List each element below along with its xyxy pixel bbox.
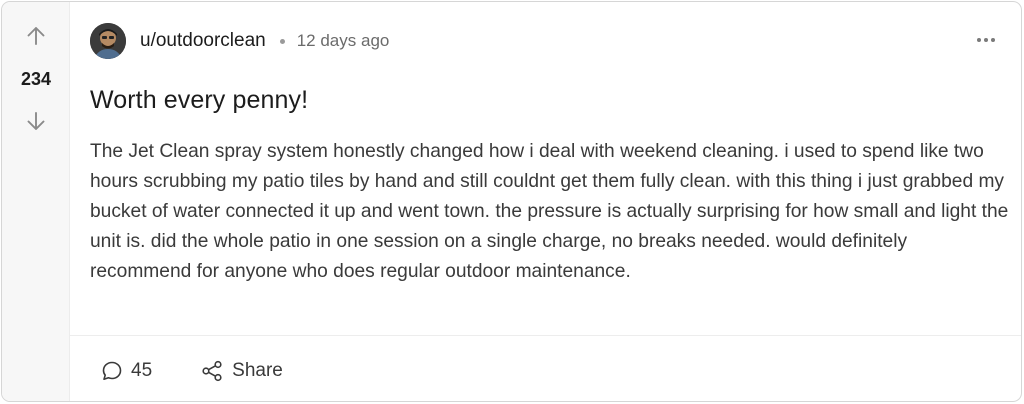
arrow-down-icon: [27, 112, 45, 130]
author-username[interactable]: u/outdoorclean: [140, 30, 266, 52]
separator-dot: [279, 38, 285, 44]
share-button[interactable]: Share: [200, 359, 283, 383]
post-body: The Jet Clean spray system honestly chan…: [90, 141, 1009, 283]
comments-button[interactable]: 45: [100, 359, 152, 383]
upvote-button[interactable]: [23, 23, 49, 49]
post-card: 234 u/outdoorclean 12 days ago Worth eve…: [1, 1, 1022, 402]
more-dot-icon: [984, 38, 988, 42]
post-content: u/outdoorclean 12 days ago Worth every p…: [70, 2, 1021, 401]
post-footer: 45 Share: [100, 355, 283, 387]
share-icon: [202, 360, 222, 382]
vote-count: 234: [20, 69, 52, 89]
user-avatar-icon: [90, 23, 126, 59]
comment-count: 45: [131, 360, 153, 381]
more-dot-icon: [991, 38, 995, 42]
more-dot-icon: [977, 38, 981, 42]
downvote-button[interactable]: [23, 108, 49, 134]
more-options-button[interactable]: [973, 32, 999, 48]
comment-bubble-icon: [102, 361, 122, 380]
post-title: Worth every penny!: [90, 86, 309, 114]
vote-rail: 234: [2, 2, 70, 401]
arrow-up-icon: [27, 27, 45, 45]
avatar[interactable]: [90, 23, 126, 59]
share-label: Share: [232, 360, 283, 381]
footer-divider: [70, 335, 1021, 336]
post-header: u/outdoorclean 12 days ago: [90, 22, 389, 60]
post-timestamp: 12 days ago: [296, 31, 390, 50]
